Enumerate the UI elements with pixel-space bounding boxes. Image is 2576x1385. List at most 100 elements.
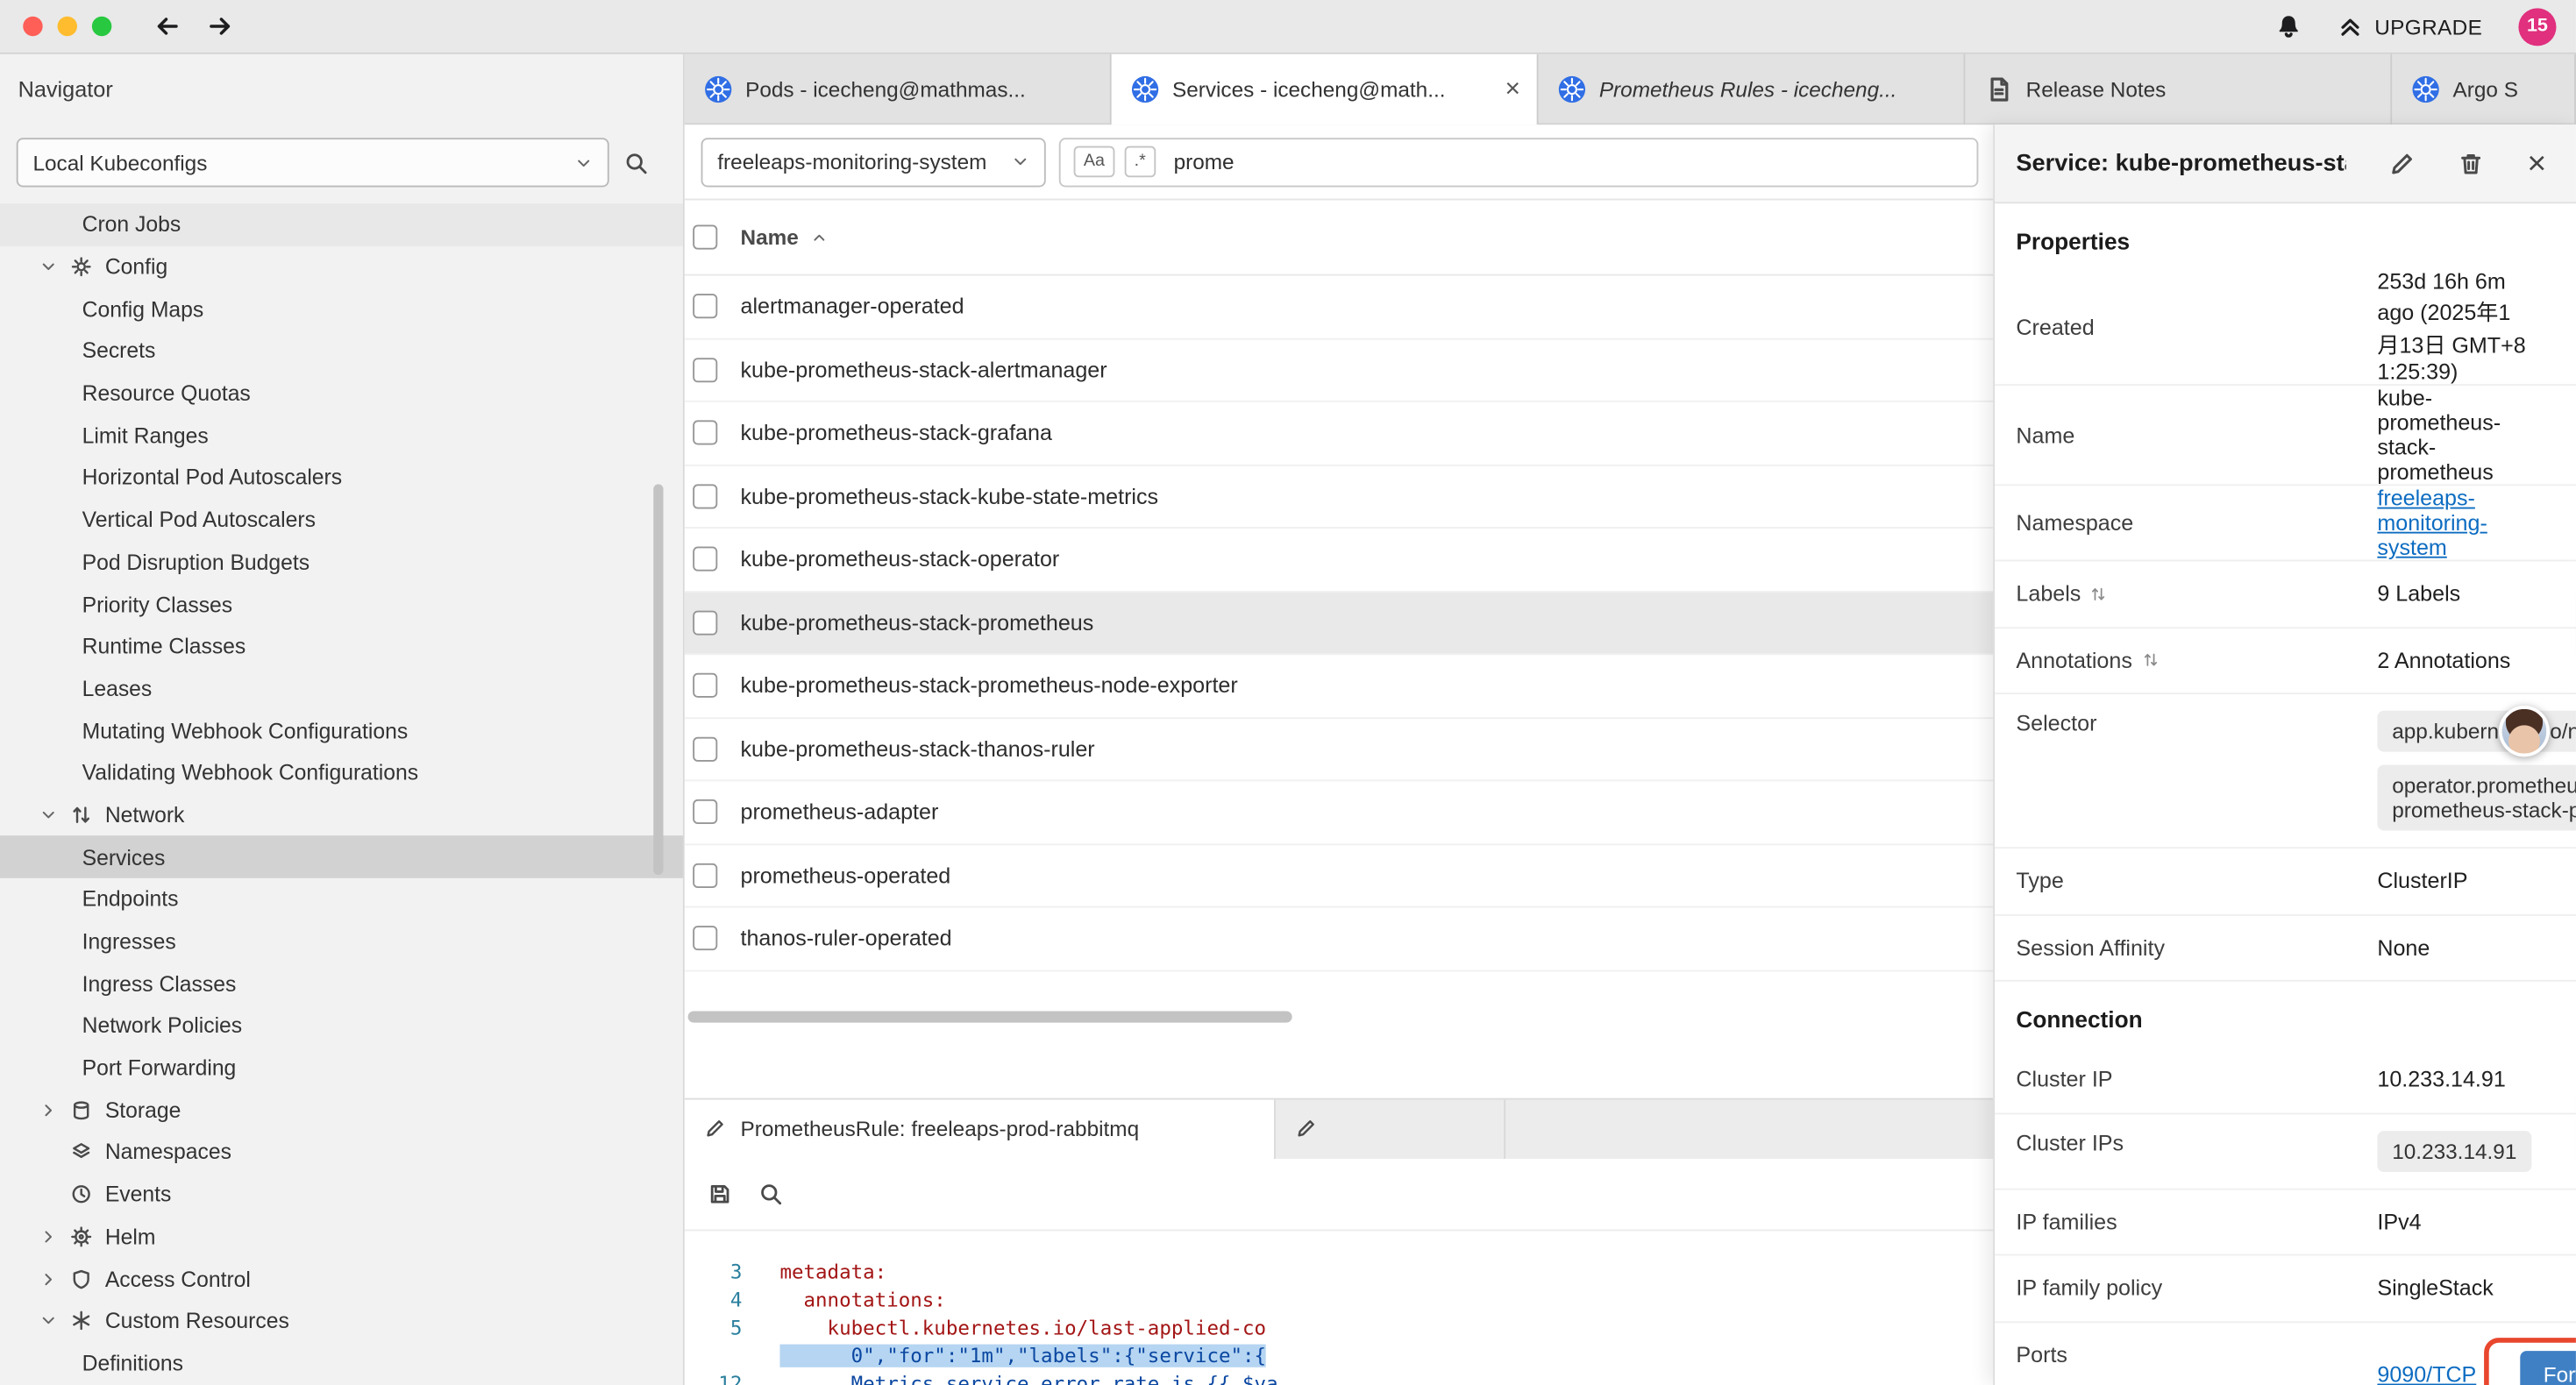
sidebar-item-ingress-classes[interactable]: Ingress Classes <box>0 962 683 1005</box>
row-checkbox[interactable] <box>693 673 717 698</box>
sidebar-item-label: Secrets <box>82 338 156 363</box>
sidebar-item-label: Network Policies <box>82 1013 243 1038</box>
row-checkbox[interactable] <box>693 547 717 572</box>
line-number: 12 <box>685 1370 743 1385</box>
user-avatar[interactable] <box>2499 706 2550 756</box>
tab-argo-s[interactable]: Argo S <box>2392 54 2576 125</box>
notifications-bell-icon[interactable] <box>2276 13 2302 39</box>
sidebar-item-vertical-pod-autoscalers[interactable]: Vertical Pod Autoscalers <box>0 499 683 541</box>
sidebar-item-leases[interactable]: Leases <box>0 667 683 709</box>
sidebar-item-storage[interactable]: Storage <box>0 1089 683 1131</box>
section-heading-properties: Properties <box>1995 203 2576 269</box>
chevron-down-icon <box>39 258 58 276</box>
sidebar-item-runtime-classes[interactable]: Runtime Classes <box>0 625 683 667</box>
sidebar-item-network-policies[interactable]: Network Policies <box>0 1005 683 1047</box>
forward-button[interactable]: Forward... <box>2520 1350 2575 1385</box>
sidebar-item-pod-disruption-budgets[interactable]: Pod Disruption Budgets <box>0 541 683 583</box>
swap-icon[interactable] <box>2142 652 2159 669</box>
sidebar-item-endpoints[interactable]: Endpoints <box>0 878 683 920</box>
sidebar-item-label: Mutating Webhook Configurations <box>82 718 409 742</box>
tab-services-icecheng-math[interactable]: Services - icecheng@math... × <box>1112 54 1539 125</box>
sidebar-item-priority-classes[interactable]: Priority Classes <box>0 583 683 625</box>
close-window-button[interactable] <box>23 17 42 36</box>
navigator-search-icon[interactable] <box>624 150 649 174</box>
sidebar-item-resource-quotas[interactable]: Resource Quotas <box>0 373 683 415</box>
service-name: kube-prometheus-stack-alertmanager <box>740 358 1107 382</box>
close-tab-icon[interactable]: × <box>1505 76 1519 103</box>
close-details-icon[interactable]: × <box>2527 147 2546 180</box>
namespace-link[interactable]: freeleaps-monitoring-system <box>2377 486 2530 559</box>
row-checkbox[interactable] <box>693 295 717 319</box>
detail-label: IP families <box>2016 1210 2377 1234</box>
sidebar-item-access-control[interactable]: Access Control <box>0 1258 683 1300</box>
select-all-checkbox[interactable] <box>693 225 717 250</box>
sidebar-item-namespaces[interactable]: Namespaces <box>0 1131 683 1173</box>
editor-search-icon[interactable] <box>758 1182 783 1206</box>
row-checkbox[interactable] <box>693 927 717 951</box>
horizontal-scrollbar[interactable] <box>688 1011 1292 1022</box>
detail-label: Annotations <box>2016 648 2377 672</box>
row-checkbox[interactable] <box>693 799 717 824</box>
zoom-window-button[interactable] <box>92 17 111 36</box>
history-forward-icon[interactable] <box>207 13 233 39</box>
sidebar-item-config-maps[interactable]: Config Maps <box>0 288 683 330</box>
sidebar-item-label: Config Maps <box>82 296 204 321</box>
row-checkbox[interactable] <box>693 736 717 761</box>
notification-count-badge[interactable]: 15 <box>2518 7 2556 45</box>
edit-resource-icon[interactable] <box>2389 150 2416 176</box>
sidebar-item-definitions[interactable]: Definitions <box>0 1342 683 1384</box>
row-checkbox[interactable] <box>693 610 717 635</box>
namespace-filter-select[interactable]: freeleaps-monitoring-system <box>701 137 1046 186</box>
sidebar-item-events[interactable]: Events <box>0 1173 683 1215</box>
row-checkbox[interactable] <box>693 484 717 508</box>
sidebar-item-services[interactable]: Services <box>0 836 683 878</box>
port-link[interactable]: 9090/TCP <box>2377 1361 2476 1385</box>
sidebar-item-config[interactable]: Config <box>0 245 683 288</box>
regex-toggle[interactable]: .* <box>1124 146 1156 177</box>
kubernetes-icon <box>2412 75 2440 103</box>
dock-tab-next[interactable] <box>1276 1099 1505 1158</box>
tab-strip: Pods - icecheng@mathmas... Services - ic… <box>685 54 2576 125</box>
match-case-toggle[interactable]: Aa <box>1074 146 1115 177</box>
swap-icon[interactable] <box>2091 586 2108 602</box>
tab-label: Services - icecheng@math... <box>1172 77 1491 102</box>
upgrade-button[interactable]: UPGRADE <box>2338 14 2482 39</box>
sidebar-item-horizontal-pod-autoscalers[interactable]: Horizontal Pod Autoscalers <box>0 457 683 499</box>
namespace-filter-value: freeleaps-monitoring-system <box>717 149 1011 174</box>
sidebar-item-secrets[interactable]: Secrets <box>0 330 683 372</box>
tab-release-notes[interactable]: Release Notes <box>1965 54 2392 125</box>
detail-label: Ports <box>2016 1342 2377 1367</box>
sidebar-item-limit-ranges[interactable]: Limit Ranges <box>0 415 683 457</box>
dock-tab-prometheusrule-freeleaps-prod-rabbitmq[interactable]: PrometheusRule: freeleaps-prod-rabbitmq <box>685 1099 1276 1158</box>
row-checkbox[interactable] <box>693 863 717 887</box>
delete-resource-icon[interactable] <box>2459 150 2485 176</box>
history-back-icon[interactable] <box>154 13 181 39</box>
kubeconfig-select[interactable]: Local Kubeconfigs <box>17 138 609 187</box>
resource-search-input[interactable]: Aa .* prome <box>1059 137 1979 186</box>
sidebar-item-port-forwarding[interactable]: Port Forwarding <box>0 1047 683 1089</box>
name-column-header[interactable]: Name <box>740 225 798 250</box>
detail-value: 253d 16h 6m ago (2025年1月13日 GMT+8 1:25:3… <box>2377 269 2530 384</box>
tab-prometheus-rules-icecheng[interactable]: Prometheus Rules - icecheng... <box>1539 54 1966 125</box>
sidebar-item-network[interactable]: Network <box>0 794 683 836</box>
detail-row-cluster-ips: Cluster IPs10.233.14.91 <box>1995 1113 2576 1189</box>
detail-row-ip-family-policy: IP family policySingleStack <box>1995 1255 2576 1322</box>
row-checkbox[interactable] <box>693 421 717 445</box>
save-icon[interactable] <box>708 1182 732 1206</box>
line-number: 3 <box>685 1259 743 1287</box>
layers-icon <box>71 1141 92 1162</box>
sidebar-item-cron-jobs[interactable]: Cron Jobs <box>0 203 683 245</box>
pencil-icon <box>704 1119 725 1140</box>
navigator-scrollbar[interactable] <box>653 484 663 875</box>
details-drawer: Service: kube-prometheus-stack-prometheu… <box>1993 124 2576 1385</box>
minimize-window-button[interactable] <box>58 17 77 36</box>
shield-icon <box>71 1268 92 1289</box>
sidebar-item-helm[interactable]: Helm <box>0 1216 683 1258</box>
sidebar-item-custom-resources[interactable]: Custom Resources <box>0 1300 683 1342</box>
sidebar-item-ingresses[interactable]: Ingresses <box>0 920 683 962</box>
tab-pods-icecheng-mathmas[interactable]: Pods - icecheng@mathmas... <box>685 54 1112 125</box>
sidebar-item-validating-webhook-configurations[interactable]: Validating Webhook Configurations <box>0 751 683 793</box>
sidebar-item-mutating-webhook-configurations[interactable]: Mutating Webhook Configurations <box>0 709 683 751</box>
row-checkbox[interactable] <box>693 358 717 382</box>
service-name: prometheus-adapter <box>740 799 938 824</box>
